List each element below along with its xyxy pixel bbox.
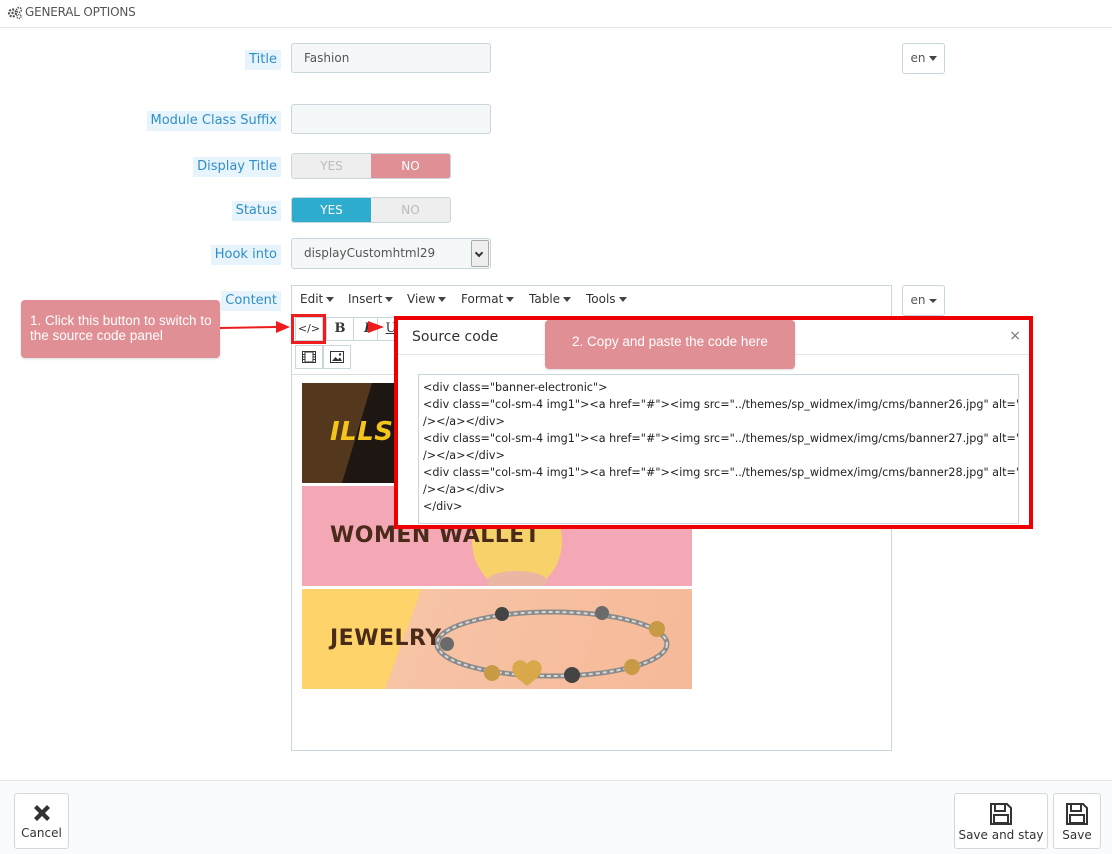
title-label: Title: [245, 50, 281, 70]
source-code-highlight: [291, 314, 326, 344]
menu-tools[interactable]: Tools: [586, 292, 627, 306]
code-line: <div class="col-sm-4 img1"><a href="#"><…: [423, 432, 1019, 445]
banner-3-text: JEWELRY: [330, 626, 442, 651]
display-title-label: Display Title: [193, 157, 281, 177]
caret-down-icon: [506, 297, 515, 302]
panel-heading: GENERAL OPTIONS: [0, 0, 1112, 28]
select-arrow-icon: [471, 240, 489, 267]
caret-down-icon: [928, 298, 937, 303]
status-switch[interactable]: YES NO: [291, 197, 451, 223]
content-language-value: en: [910, 293, 926, 307]
gears-icon: [7, 6, 23, 20]
form-footer: Cancel Save and stay Save: [0, 780, 1112, 854]
caret-down-icon: [928, 56, 937, 61]
display-title-switch[interactable]: YES NO: [291, 153, 451, 179]
code-line: /></a></div>: [423, 449, 505, 462]
save-button[interactable]: Save: [1053, 793, 1101, 849]
image-icon: [330, 351, 344, 363]
code-line: <div class="col-sm-4 img1"><a href="#"><…: [423, 466, 1019, 479]
save-and-stay-label: Save and stay: [958, 828, 1044, 842]
code-line: <div class="col-sm-4 img1"><a href="#"><…: [423, 398, 1019, 411]
step-1-callout: 1. Click this button to switch to the so…: [21, 300, 220, 358]
step-2-callout: 2. Copy and paste the code here: [545, 320, 795, 369]
module-class-suffix-input[interactable]: [291, 104, 491, 134]
status-yes-option[interactable]: YES: [292, 198, 371, 222]
cancel-button[interactable]: Cancel: [14, 793, 69, 849]
dialog-title: Source code: [412, 329, 499, 345]
title-language-dropdown[interactable]: en: [902, 43, 945, 74]
title-language-value: en: [910, 51, 926, 65]
menu-table[interactable]: Table: [529, 292, 572, 306]
menu-format[interactable]: Format: [461, 292, 515, 306]
floppy-disk-icon: [990, 803, 1012, 825]
code-line: /></a></div>: [423, 483, 505, 496]
code-line: /></a></div>: [423, 415, 505, 428]
floppy-disk-icon: [1066, 803, 1088, 825]
caret-down-icon: [326, 297, 335, 302]
caret-down-icon: [618, 297, 627, 302]
caret-down-icon: [438, 297, 447, 302]
status-no-option[interactable]: NO: [371, 198, 450, 222]
menu-edit[interactable]: Edit: [300, 292, 335, 306]
insert-video-button[interactable]: [295, 345, 323, 369]
banner-image-3: JEWELRY: [302, 589, 692, 689]
code-line: </div>: [423, 500, 463, 513]
insert-image-button[interactable]: [323, 345, 351, 369]
status-label: Status: [231, 201, 281, 221]
menu-view[interactable]: View: [407, 292, 447, 306]
caret-down-icon: [563, 297, 572, 302]
hook-into-value: displayCustomhtml29: [304, 246, 436, 260]
display-title-yes-option[interactable]: YES: [292, 154, 371, 178]
hook-into-label: Hook into: [210, 245, 281, 265]
source-code-textarea[interactable]: <div class="banner-electronic"> <div cla…: [418, 374, 1019, 524]
film-icon: [302, 351, 316, 363]
save-and-stay-button[interactable]: Save and stay: [954, 793, 1048, 849]
content-language-dropdown[interactable]: en: [902, 285, 945, 316]
menu-insert[interactable]: Insert: [348, 292, 394, 306]
editor-menubar: Edit Insert View Format Table Tools: [292, 286, 891, 314]
module-class-suffix-label: Module Class Suffix: [146, 111, 281, 131]
caret-down-icon: [385, 297, 394, 302]
close-icon[interactable]: ×: [1009, 328, 1021, 344]
panel-title: GENERAL OPTIONS: [25, 5, 136, 19]
content-label: Content: [221, 291, 281, 311]
title-input[interactable]: Fashion: [291, 43, 491, 73]
cancel-label: Cancel: [21, 826, 62, 840]
code-line: <div class="banner-electronic">: [423, 381, 608, 394]
close-icon: [33, 805, 50, 821]
display-title-no-option[interactable]: NO: [371, 154, 450, 178]
save-label: Save: [1062, 828, 1092, 842]
hook-into-select[interactable]: displayCustomhtml29: [291, 238, 491, 269]
